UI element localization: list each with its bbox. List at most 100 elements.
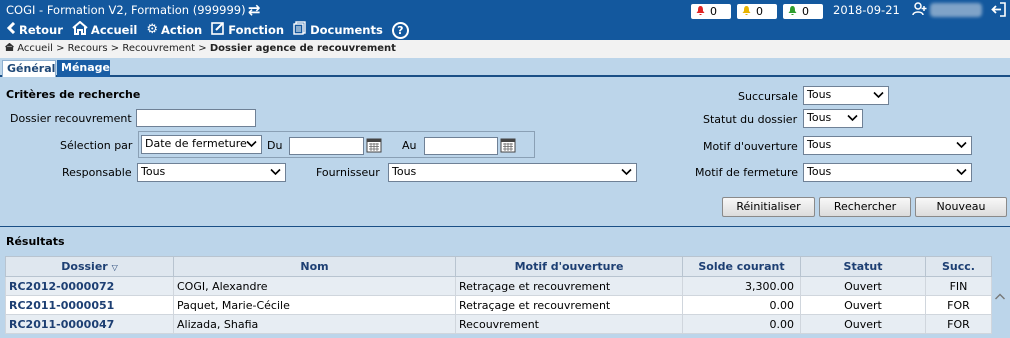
succursale-value: Tous	[807, 88, 832, 101]
motif-fermeture-select[interactable]: Tous	[803, 163, 972, 182]
motif-ouverture-label: Motif d'ouverture	[703, 140, 798, 153]
tab-menage[interactable]: Ménage	[57, 60, 110, 77]
cell-succ: FOR	[925, 314, 992, 334]
table-row[interactable]: RC2011-0000051 Paquet, Marie-Cécile Retr…	[5, 295, 992, 315]
sort-down-icon: ▽	[111, 263, 118, 272]
column-header-dossier[interactable]: Dossier ▽	[5, 256, 174, 277]
selection-select[interactable]: Date de fermeture	[141, 135, 262, 154]
documents-label: Documents	[310, 23, 383, 37]
back-button[interactable]: Retour	[6, 21, 63, 38]
fournisseur-select[interactable]: Tous	[388, 163, 637, 182]
breadcrumb-separator: >	[198, 43, 207, 54]
chevron-down-icon	[621, 168, 632, 176]
function-button[interactable]: Fonction	[211, 21, 284, 39]
user-add-icon[interactable]	[912, 2, 928, 20]
cell-solde: 0.00	[682, 295, 801, 315]
help-icon[interactable]: ?	[391, 21, 409, 39]
fournisseur-label: Fournisseur	[316, 166, 380, 179]
action-button[interactable]: ⚙ Action	[146, 22, 203, 38]
top-bar: COGI - Formation V2, Formation (999999) …	[0, 0, 1010, 40]
chevron-down-icon	[956, 141, 967, 149]
breadcrumb-separator: >	[56, 43, 65, 54]
user-name-redacted	[930, 3, 982, 17]
search-button[interactable]: Rechercher	[819, 197, 911, 217]
table-header-row: Dossier ▽ Nom Motif d'ouverture Solde co…	[5, 256, 992, 277]
column-header-statut[interactable]: Statut	[800, 256, 926, 277]
table-row[interactable]: RC2012-0000072 COGI, Alexandre Retraçage…	[5, 276, 992, 296]
au-label: Au	[402, 139, 417, 152]
column-header-solde[interactable]: Solde courant	[682, 256, 801, 277]
dossier-input[interactable]	[136, 109, 256, 127]
breadcrumb-separator: >	[110, 43, 120, 54]
statut-label: Statut du dossier	[703, 113, 798, 126]
du-date-input[interactable]	[289, 137, 364, 155]
cell-nom: COGI, Alexandre	[173, 276, 456, 296]
tab-bar: Général Ménage	[0, 58, 1010, 77]
cell-solde: 0.00	[682, 314, 801, 334]
section-divider	[0, 226, 1010, 227]
statut-select[interactable]: Tous	[803, 109, 863, 128]
cell-nom: Paquet, Marie-Cécile	[173, 295, 456, 315]
table-row[interactable]: RC2011-0000047 Alizada, Shafia Recouvrem…	[5, 314, 992, 334]
column-header-nom[interactable]: Nom	[173, 256, 456, 277]
back-label: Retour	[19, 23, 63, 37]
cell-succ: FIN	[925, 276, 992, 296]
au-date-input[interactable]	[424, 137, 498, 155]
motif-ouverture-select[interactable]: Tous	[803, 136, 972, 155]
calendar-icon[interactable]	[366, 137, 382, 153]
function-edit-icon	[211, 21, 225, 39]
function-label: Fonction	[228, 23, 285, 37]
yellow-alert-count: 0	[756, 5, 763, 18]
app-title: COGI - Formation V2, Formation (999999)	[6, 3, 246, 17]
tab-general[interactable]: Général	[2, 60, 56, 77]
selection-value: Date de fermeture	[145, 137, 247, 150]
cell-statut: Ouvert	[800, 276, 926, 296]
breadcrumb-recours[interactable]: Recours	[68, 43, 108, 54]
cell-solde: 3,300.00	[682, 276, 801, 296]
responsable-label: Responsable	[62, 166, 132, 179]
responsable-value: Tous	[141, 165, 166, 178]
red-alert-count: 0	[710, 5, 717, 18]
calendar-icon[interactable]	[500, 137, 516, 153]
scroll-up-icon[interactable]	[993, 292, 1007, 306]
succursale-select[interactable]: Tous	[803, 86, 889, 105]
green-alert-counter[interactable]: 0	[783, 4, 823, 19]
column-header-motif[interactable]: Motif d'ouverture	[455, 256, 683, 277]
action-label: Action	[160, 23, 203, 37]
yellow-alert-counter[interactable]: 0	[737, 4, 777, 19]
results-table: Dossier ▽ Nom Motif d'ouverture Solde co…	[5, 256, 992, 334]
chevron-down-icon	[270, 168, 281, 176]
documents-icon	[293, 21, 307, 39]
action-gears-icon: ⚙	[146, 22, 158, 37]
red-alert-counter[interactable]: 0	[691, 4, 731, 19]
red-bell-icon	[695, 5, 706, 19]
dossier-link[interactable]: RC2012-0000072	[5, 276, 174, 296]
green-alert-count: 0	[802, 5, 809, 18]
breadcrumb: Accueil > Recours > Recouvrement > Dossi…	[0, 40, 1010, 58]
dossier-link[interactable]: RC2011-0000051	[5, 295, 174, 315]
chevron-down-icon	[956, 168, 967, 176]
home-button[interactable]: Accueil	[72, 20, 138, 39]
breadcrumb-home-icon[interactable]	[5, 42, 17, 54]
documents-button[interactable]: Documents	[293, 21, 383, 39]
dossier-link[interactable]: RC2011-0000047	[5, 314, 174, 334]
cell-motif: Retraçage et recouvrement	[455, 276, 683, 296]
dossier-label: Dossier recouvrement	[10, 112, 132, 125]
column-header-succ[interactable]: Succ.	[925, 256, 992, 277]
breadcrumb-home[interactable]: Accueil	[17, 43, 53, 54]
search-criteria-title: Critères de recherche	[6, 88, 141, 101]
succursale-label: Succursale	[738, 90, 798, 103]
breadcrumb-recouvrement[interactable]: Recouvrement	[122, 43, 195, 54]
chevron-down-icon	[246, 140, 257, 148]
logout-icon[interactable]	[990, 2, 1006, 21]
motif-ouverture-value: Tous	[807, 138, 832, 151]
cell-motif: Recouvrement	[455, 314, 683, 334]
reset-button[interactable]: Réinitialiser	[722, 197, 815, 217]
chevron-down-icon	[873, 91, 884, 99]
fournisseur-value: Tous	[392, 165, 417, 178]
new-button[interactable]: Nouveau	[915, 197, 1007, 217]
switch-arrows-icon[interactable]: ⇄	[248, 1, 261, 19]
cell-statut: Ouvert	[800, 295, 926, 315]
responsable-select[interactable]: Tous	[137, 163, 286, 182]
home-label: Accueil	[90, 23, 138, 37]
